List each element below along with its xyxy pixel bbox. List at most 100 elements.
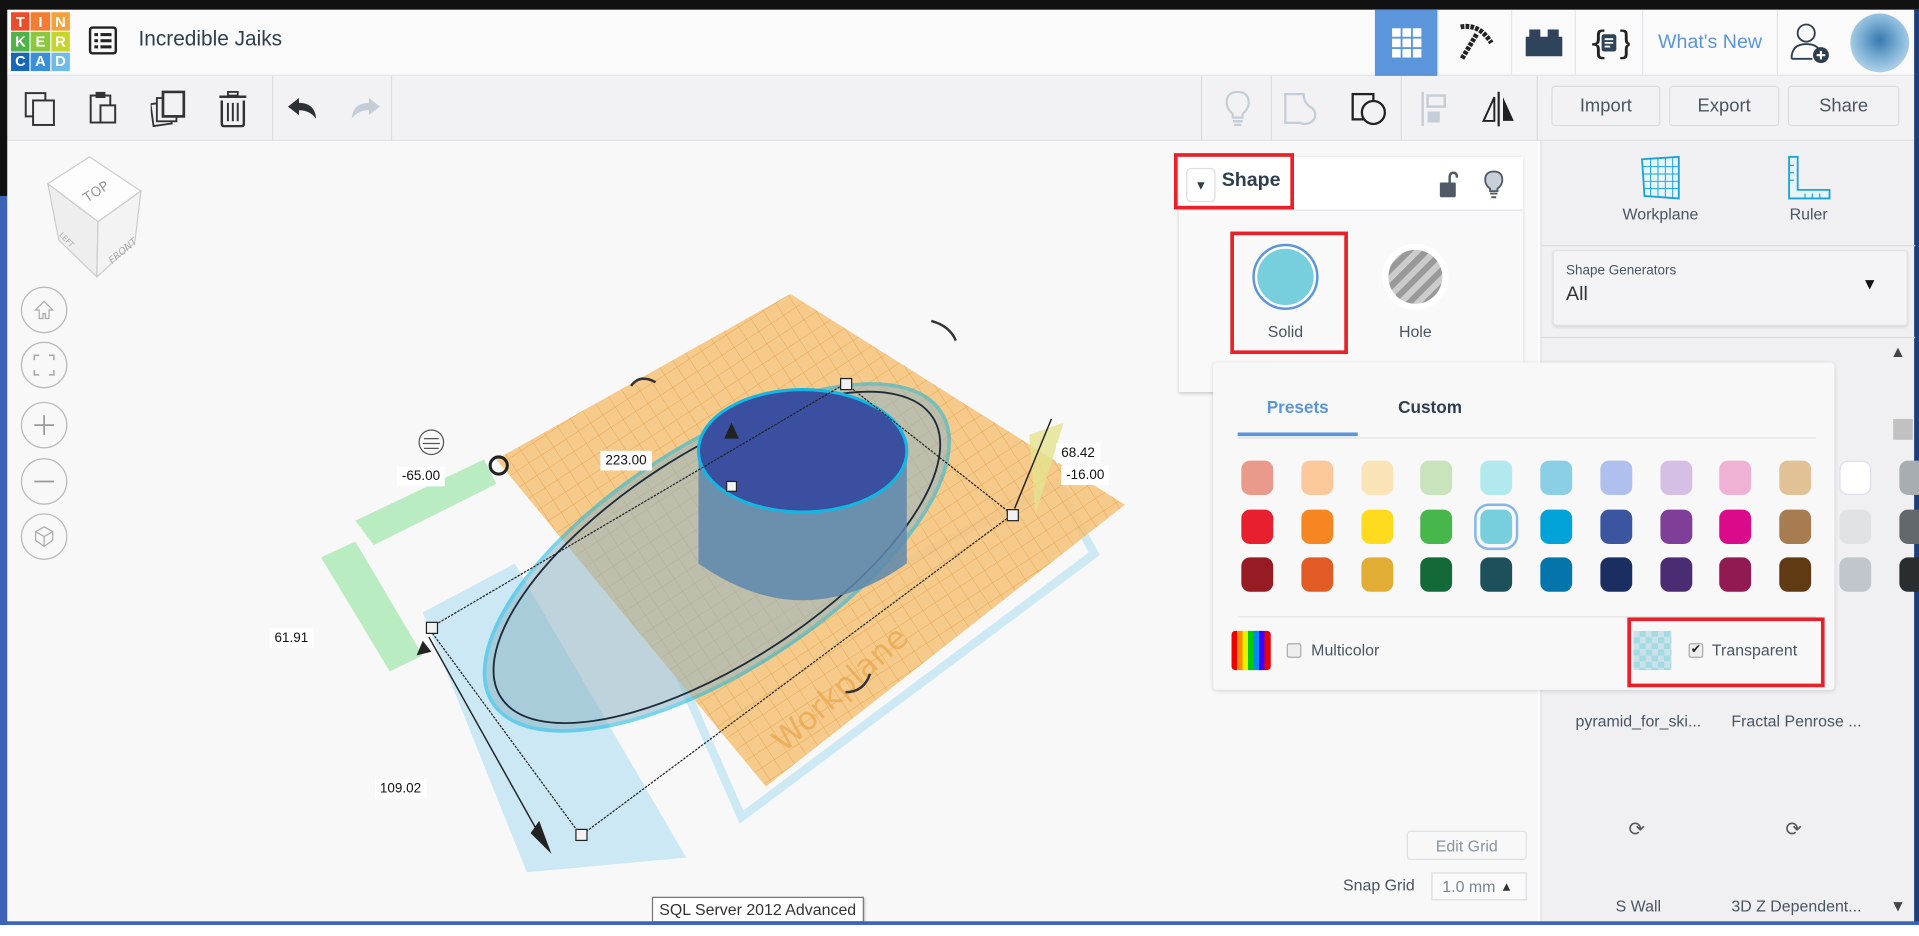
scroll-up-arrow[interactable]: ▲: [1893, 345, 1902, 358]
tinkercad-logo[interactable]: TIN KER CAD: [11, 12, 70, 72]
color-swatch[interactable]: [1301, 557, 1333, 592]
snap-menu-icon[interactable]: [418, 429, 445, 456]
tab-custom[interactable]: Custom: [1370, 397, 1490, 417]
lightbulb-icon[interactable]: [1484, 170, 1504, 204]
logo-letter: A: [31, 52, 50, 72]
x-offset-dimension[interactable]: -65.00: [397, 466, 446, 487]
invite-user-button[interactable]: [1776, 9, 1841, 76]
color-swatch[interactable]: [1301, 460, 1333, 495]
window-bottom-border: [0, 921, 1919, 925]
color-swatch[interactable]: [1241, 460, 1274, 495]
z-offset-dimension[interactable]: -16.00: [1061, 465, 1110, 486]
color-swatch[interactable]: [1719, 460, 1752, 495]
width-dimension[interactable]: 109.02: [374, 779, 427, 799]
ruler-tool[interactable]: Ruler: [1754, 155, 1864, 223]
color-swatch[interactable]: [1659, 557, 1692, 592]
color-swatch[interactable]: [1420, 460, 1453, 495]
color-swatch[interactable]: [1839, 557, 1872, 592]
color-swatch[interactable]: [1899, 509, 1919, 544]
color-swatch[interactable]: [1540, 557, 1573, 592]
lightbulb-icon[interactable]: [1219, 90, 1256, 128]
color-swatch[interactable]: [1600, 509, 1632, 544]
color-swatch[interactable]: [1839, 460, 1872, 495]
color-swatch[interactable]: [1540, 509, 1573, 544]
resize-handle[interactable]: [840, 377, 853, 391]
library-item[interactable]: S Wall: [1559, 897, 1718, 915]
length-dimension[interactable]: 223.00: [600, 450, 652, 471]
duplicate-icon[interactable]: [150, 90, 188, 128]
edit-grid-button[interactable]: Edit Grid: [1406, 830, 1527, 861]
hole-button[interactable]: [1382, 243, 1449, 310]
group-icon[interactable]: [1283, 91, 1320, 128]
3d-design-view-button[interactable]: [1374, 9, 1438, 76]
scroll-down-arrow[interactable]: ▼: [1893, 900, 1902, 913]
shape-generators-dropdown[interactable]: Shape Generators All ▼: [1552, 249, 1908, 326]
undo-icon[interactable]: [284, 91, 321, 128]
tab-presets[interactable]: Presets: [1238, 397, 1358, 417]
color-swatch[interactable]: [1420, 509, 1453, 544]
logo-letter: I: [31, 12, 50, 32]
color-swatch[interactable]: [1779, 460, 1812, 495]
color-swatch[interactable]: [1360, 557, 1393, 592]
ungroup-icon[interactable]: [1350, 91, 1387, 128]
library-item[interactable]: Fractal Penrose ...: [1717, 712, 1876, 730]
bricks-view-button[interactable]: [1510, 9, 1575, 76]
color-swatch[interactable]: [1480, 557, 1513, 592]
edit-toolbar: Import Export Share: [7, 75, 1915, 141]
color-swatch[interactable]: [1480, 509, 1513, 544]
color-swatch[interactable]: [1779, 509, 1812, 544]
copy-icon[interactable]: [22, 91, 59, 128]
cylinder-top[interactable]: [696, 388, 909, 514]
color-swatch[interactable]: [1899, 460, 1919, 495]
whats-new-link[interactable]: What's New: [1642, 9, 1777, 76]
color-swatch[interactable]: [1779, 557, 1812, 592]
color-swatch[interactable]: [1241, 509, 1274, 544]
window-top-border: [0, 0, 1919, 10]
codeblocks-view-button[interactable]: {}: [1574, 9, 1642, 76]
unlock-icon[interactable]: [1439, 171, 1459, 204]
workplane-tool[interactable]: Workplane: [1605, 155, 1715, 223]
redo-icon[interactable]: [347, 91, 384, 128]
scrollbar-thumb[interactable]: [1893, 418, 1913, 440]
color-swatch[interactable]: [1241, 557, 1274, 592]
color-swatch[interactable]: [1540, 460, 1573, 495]
export-button[interactable]: Export: [1668, 85, 1780, 127]
color-swatch[interactable]: [1719, 509, 1752, 544]
snap-grid-select[interactable]: 1.0 mm ▲: [1431, 872, 1527, 901]
multicolor-icon: [1231, 630, 1271, 671]
paste-icon[interactable]: [86, 91, 123, 128]
color-swatch[interactable]: [1420, 557, 1453, 592]
color-swatch[interactable]: [1899, 557, 1919, 592]
multicolor-checkbox[interactable]: [1286, 643, 1302, 658]
color-swatch[interactable]: [1659, 460, 1692, 495]
height-handle[interactable]: [726, 480, 738, 492]
design-list-icon[interactable]: [88, 26, 118, 60]
snap-grid-value: 1.0 mm: [1442, 877, 1496, 896]
library-item[interactable]: 3D Z Dependent...: [1717, 897, 1876, 915]
delete-trash-icon[interactable]: [214, 90, 251, 128]
color-swatch[interactable]: [1360, 460, 1393, 495]
color-swatch[interactable]: [1719, 557, 1752, 592]
color-swatch[interactable]: [1360, 509, 1393, 544]
color-swatch[interactable]: [1659, 509, 1692, 544]
mirror-icon[interactable]: [1480, 91, 1517, 128]
library-item[interactable]: pyramid_for_ski...: [1559, 712, 1718, 730]
height-dimension[interactable]: 68.42: [1056, 443, 1100, 464]
share-button[interactable]: Share: [1787, 85, 1900, 127]
import-button[interactable]: Import: [1551, 85, 1661, 127]
resize-handle[interactable]: [575, 828, 588, 842]
align-icon[interactable]: [1417, 91, 1454, 128]
color-swatch[interactable]: [1480, 460, 1513, 495]
color-swatch[interactable]: [1839, 509, 1872, 544]
y-offset-dimension[interactable]: 61.91: [269, 628, 314, 649]
resize-handle[interactable]: [1006, 509, 1019, 522]
logo-letter: D: [51, 52, 70, 72]
minecraft-view-button[interactable]: [1437, 9, 1511, 76]
color-swatch[interactable]: [1600, 557, 1632, 592]
color-swatch[interactable]: [1301, 509, 1333, 544]
design-title[interactable]: Incredible Jaiks: [138, 27, 282, 52]
resize-handle[interactable]: [425, 621, 439, 634]
user-avatar[interactable]: [1850, 13, 1910, 73]
window-left-border-blue: [0, 196, 8, 925]
color-swatch[interactable]: [1600, 460, 1632, 495]
